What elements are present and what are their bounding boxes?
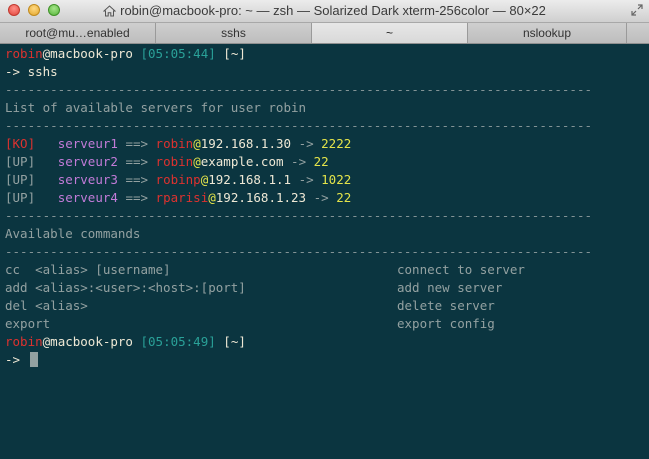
server-row: [UP] serveur3 ==> robinp@192.168.1.1 -> … bbox=[5, 171, 351, 188]
command-description: delete server bbox=[397, 298, 495, 313]
tab-bar: root@mu…enabled sshs ~ nslookup bbox=[0, 23, 649, 44]
server-alias: serveur1 bbox=[57, 136, 118, 151]
command-syntax: del <alias> bbox=[5, 298, 88, 313]
command-help-row: add <alias>:<user>:<host>:[port] add new … bbox=[5, 279, 645, 296]
section-title-commands: Available commands bbox=[5, 226, 141, 241]
fullscreen-icon[interactable] bbox=[631, 4, 643, 16]
command-syntax: add <alias>:<user>:<host>:[port] bbox=[5, 280, 246, 295]
command-description: export config bbox=[397, 316, 495, 331]
input-line[interactable]: -> bbox=[5, 351, 38, 368]
prompt-time: [05:05:44] bbox=[140, 46, 216, 61]
server-port-sep: -> bbox=[291, 154, 307, 169]
server-user: robin bbox=[155, 136, 194, 151]
server-port-sep: -> bbox=[298, 172, 314, 187]
server-host: 192.168.1.1 bbox=[208, 172, 292, 187]
server-arrow: ==> bbox=[125, 154, 149, 169]
server-port: 1022 bbox=[321, 172, 352, 187]
prompt-user: robin bbox=[5, 46, 43, 61]
tab-nslookup[interactable]: nslookup bbox=[468, 23, 627, 43]
server-at: @ bbox=[193, 136, 201, 151]
tab-root-enabled[interactable]: root@mu…enabled bbox=[0, 23, 156, 43]
command-help-row: del <alias> delete server bbox=[5, 297, 645, 314]
server-row: [UP] serveur4 ==> rparisi@192.168.1.23 -… bbox=[5, 189, 351, 206]
server-port: 2222 bbox=[321, 136, 352, 151]
server-port-sep: -> bbox=[313, 190, 329, 205]
separator-line: ----------------------------------------… bbox=[5, 244, 592, 259]
section-title-servers: List of available servers for user robin bbox=[5, 100, 307, 115]
separator-line: ----------------------------------------… bbox=[5, 82, 592, 97]
prompt-host: macbook-pro bbox=[50, 334, 133, 349]
command-description: connect to server bbox=[397, 262, 525, 277]
window-title-container: robin@macbook-pro: ~ — zsh — Solarized D… bbox=[0, 3, 649, 18]
server-port-sep: -> bbox=[298, 136, 314, 151]
command-help-row: cc <alias> [username] connect to server bbox=[5, 261, 645, 278]
tab-overflow-area bbox=[627, 23, 649, 43]
server-row: [KO] serveur1 ==> robin@192.168.1.30 -> … bbox=[5, 135, 351, 152]
server-row: [UP] serveur2 ==> robin@example.com -> 2… bbox=[5, 153, 329, 170]
command-description: add new server bbox=[397, 280, 503, 295]
server-alias: serveur3 bbox=[57, 172, 118, 187]
server-port: 22 bbox=[313, 154, 329, 169]
server-at: @ bbox=[193, 154, 201, 169]
command-syntax: cc <alias> [username] bbox=[5, 262, 171, 277]
server-at: @ bbox=[208, 190, 216, 205]
prompt-line: robin@macbook-pro [05:05:49] [~] bbox=[5, 333, 246, 350]
server-status-up: [UP] bbox=[5, 190, 36, 205]
prompt-line: robin@macbook-pro [05:05:44] [~] bbox=[5, 45, 246, 62]
command-help-row: export export config bbox=[5, 315, 645, 332]
server-arrow: ==> bbox=[125, 136, 149, 151]
server-status-up: [UP] bbox=[5, 154, 36, 169]
prompt-time: [05:05:49] bbox=[140, 334, 216, 349]
server-status-up: [UP] bbox=[5, 172, 36, 187]
server-alias: serveur2 bbox=[57, 154, 118, 169]
command-arrow: -> bbox=[5, 352, 21, 367]
prompt-user: robin bbox=[5, 334, 43, 349]
server-alias: serveur4 bbox=[57, 190, 118, 205]
title-bar: robin@macbook-pro: ~ — zsh — Solarized D… bbox=[0, 0, 649, 23]
command-syntax: export bbox=[5, 316, 51, 331]
command-text: sshs bbox=[27, 64, 58, 79]
tab-home-active[interactable]: ~ bbox=[312, 23, 468, 43]
separator-line: ----------------------------------------… bbox=[5, 208, 592, 223]
prompt-dir: [~] bbox=[223, 334, 246, 349]
server-arrow: ==> bbox=[125, 172, 149, 187]
prompt-host: macbook-pro bbox=[50, 46, 133, 61]
server-host: example.com bbox=[200, 154, 284, 169]
server-user: robinp bbox=[155, 172, 201, 187]
server-port: 22 bbox=[336, 190, 352, 205]
server-user: robin bbox=[155, 154, 194, 169]
command-line: -> sshs bbox=[5, 63, 58, 80]
prompt-dir: [~] bbox=[223, 46, 246, 61]
server-host: 192.168.1.23 bbox=[215, 190, 307, 205]
home-icon bbox=[103, 5, 117, 17]
server-status-ko: [KO] bbox=[5, 136, 36, 151]
server-host: 192.168.1.30 bbox=[200, 136, 292, 151]
tab-sshs[interactable]: sshs bbox=[156, 23, 312, 43]
server-arrow: ==> bbox=[125, 190, 149, 205]
command-arrow: -> bbox=[5, 64, 21, 79]
terminal-output[interactable]: robin@macbook-pro [05:05:44] [~] -> sshs… bbox=[5, 45, 649, 459]
separator-line: ----------------------------------------… bbox=[5, 118, 592, 133]
window-title: robin@macbook-pro: ~ — zsh — Solarized D… bbox=[120, 3, 546, 18]
text-cursor bbox=[29, 352, 38, 367]
server-user: rparisi bbox=[155, 190, 209, 205]
